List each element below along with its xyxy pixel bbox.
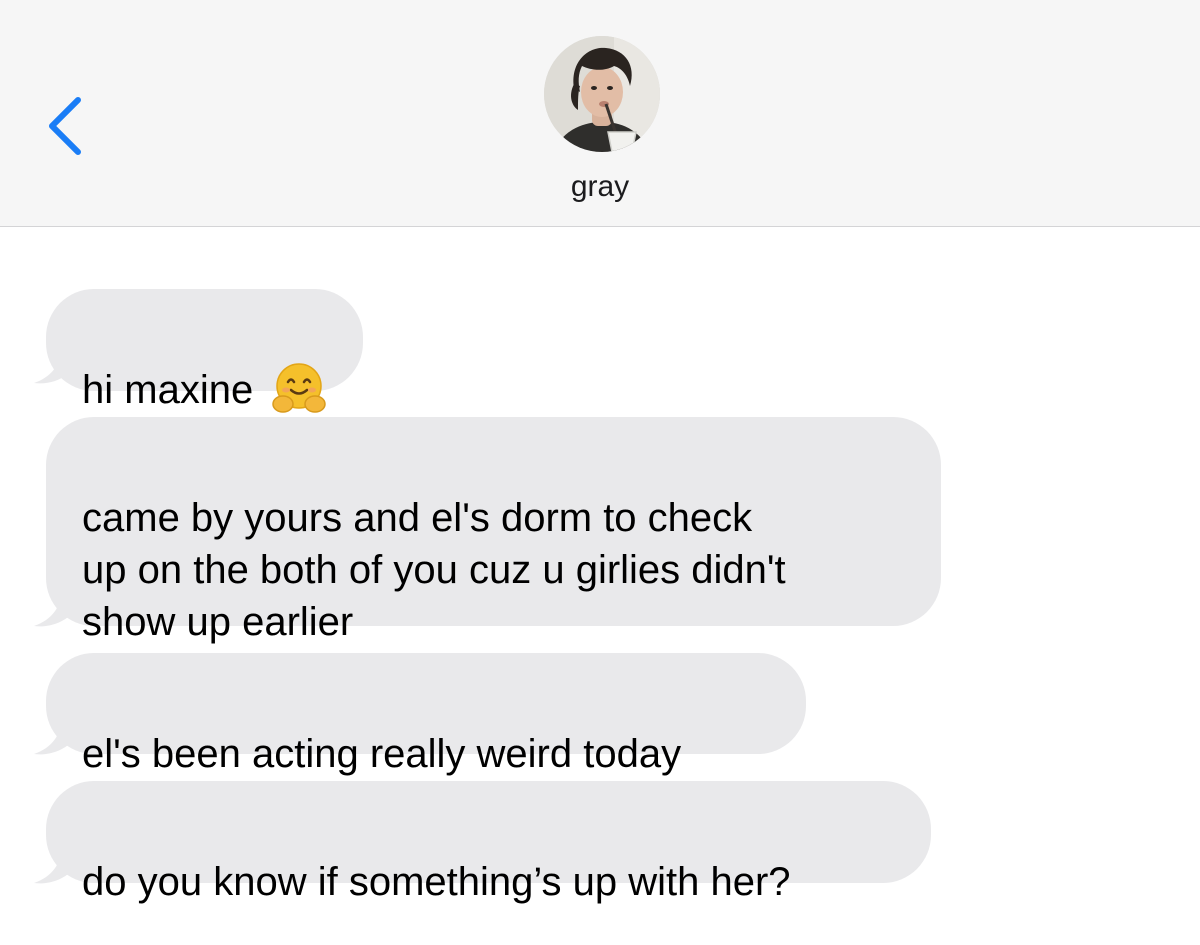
- message-text: hi maxine: [82, 368, 254, 412]
- chevron-left-icon: [49, 97, 81, 155]
- contact-name[interactable]: gray: [0, 170, 1200, 204]
- incoming-message[interactable]: do you know if something’s up with her?: [46, 781, 931, 904]
- message-thread: hi maxine came by yours and el's dorm to…: [0, 227, 1200, 945]
- incoming-message[interactable]: el's been acting really weird today: [46, 653, 806, 776]
- hugging-face-emoji: [272, 363, 326, 414]
- incoming-message[interactable]: hi maxine: [46, 289, 364, 414]
- incoming-message[interactable]: came by yours and el's dorm to check up …: [46, 417, 941, 644]
- message-text: el's been acting really weird today: [82, 732, 682, 776]
- contact-avatar[interactable]: [544, 36, 660, 152]
- contact-photo: [544, 36, 660, 152]
- back-button[interactable]: [30, 88, 100, 168]
- message-text: came by yours and el's dorm to check up …: [82, 496, 786, 644]
- conversation-header: gray: [0, 0, 1200, 227]
- message-text: do you know if something’s up with her?: [82, 860, 791, 904]
